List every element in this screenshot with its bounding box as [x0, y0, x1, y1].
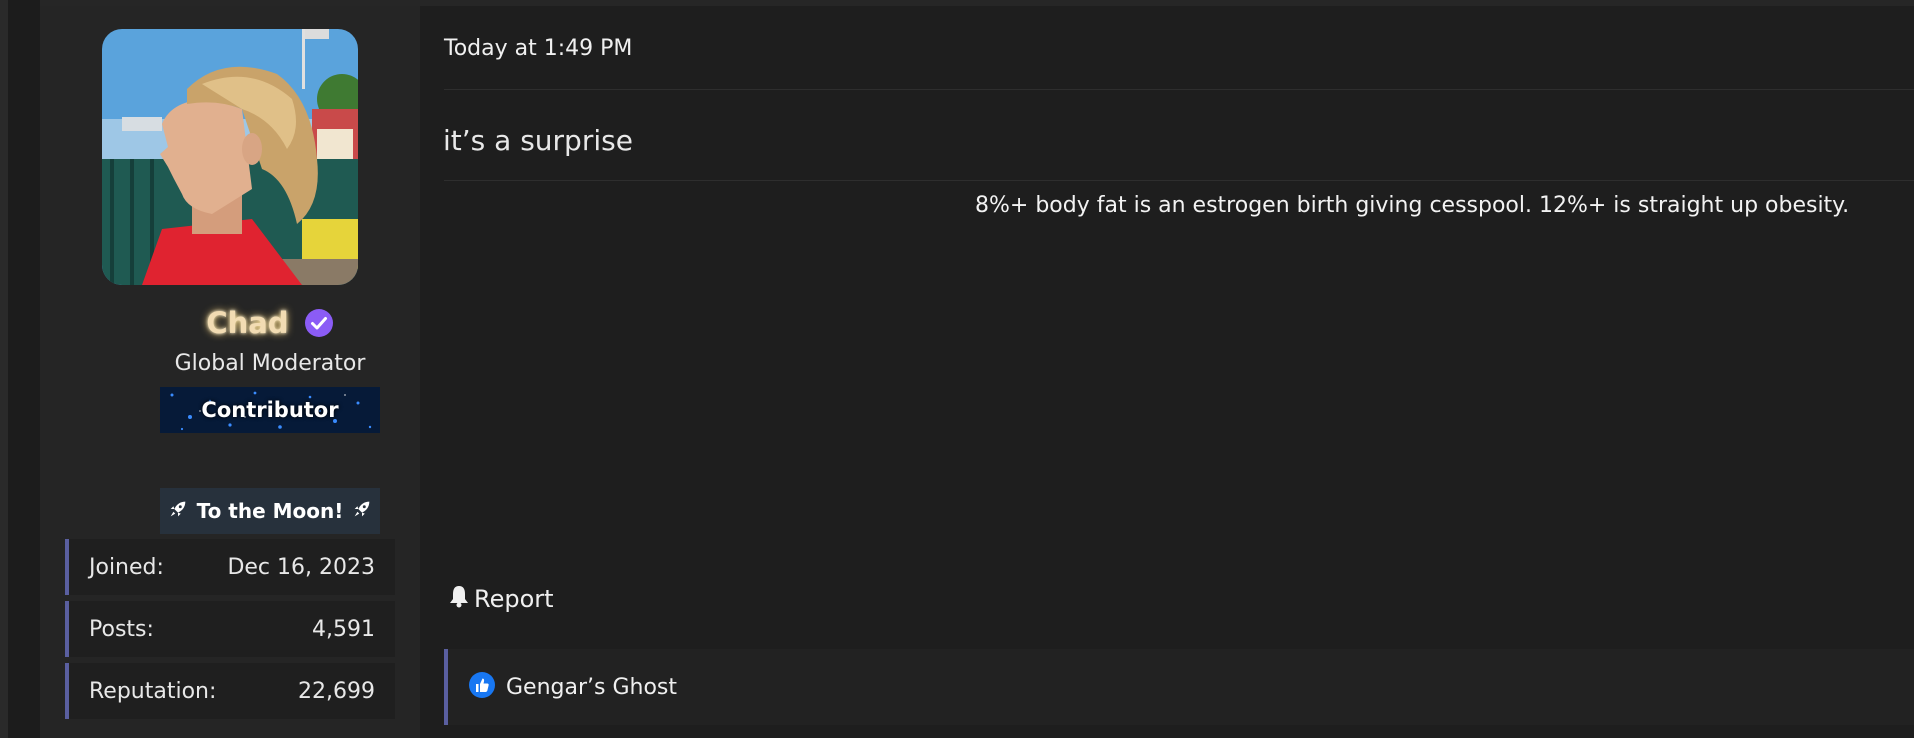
post-message: it’s a surprise: [443, 124, 633, 157]
thumbs-up-icon: [468, 671, 496, 703]
stat-joined: Joined: Dec 16, 2023: [65, 539, 395, 595]
banner-label: Contributor: [201, 398, 339, 422]
user-signature: 8%+ body fat is an estrogen birth giving…: [975, 193, 1850, 218]
user-cell: Chad Global Moderator Contributor To the…: [40, 6, 420, 738]
badge-label: To the Moon!: [196, 499, 344, 523]
rocket-icon: [167, 498, 189, 524]
username[interactable]: Chad: [206, 306, 288, 340]
post-arrow: [402, 68, 420, 96]
forum-page: Chad Global Moderator Contributor To the…: [0, 0, 1914, 738]
avatar[interactable]: [102, 29, 358, 285]
report-label: Report: [474, 585, 554, 613]
stat-value: Dec 16, 2023: [227, 554, 375, 580]
stat-posts: Posts: 4,591: [65, 601, 395, 657]
stat-reputation: Reputation: 22,699: [65, 663, 395, 719]
signature-divider: [444, 180, 1914, 181]
username-row: Chad: [40, 306, 500, 340]
divider: [444, 89, 1914, 90]
verified-badge-icon: [304, 308, 334, 338]
reaction-user-link[interactable]: Gengar’s Ghost: [506, 675, 677, 700]
forum-post: Chad Global Moderator Contributor To the…: [40, 0, 1914, 738]
user-stats: Joined: Dec 16, 2023 Posts: 4,591 Reputa…: [65, 539, 395, 725]
contributor-banner: Contributor: [160, 387, 380, 433]
stat-value: 22,699: [298, 678, 375, 704]
bell-icon: [448, 584, 470, 614]
user-title: Global Moderator: [174, 351, 366, 376]
stat-value: 4,591: [312, 616, 375, 642]
stat-label: Posts:: [89, 616, 154, 642]
report-button[interactable]: Report: [448, 584, 554, 614]
rocket-icon: [351, 498, 373, 524]
to-the-moon-badge: To the Moon!: [160, 488, 380, 534]
page-edge: [0, 0, 8, 738]
stat-label: Joined:: [89, 554, 164, 580]
post-date[interactable]: Today at 1:49 PM: [444, 36, 632, 61]
stat-label: Reputation:: [89, 678, 217, 704]
reactions-bar: Gengar’s Ghost: [444, 649, 1914, 725]
